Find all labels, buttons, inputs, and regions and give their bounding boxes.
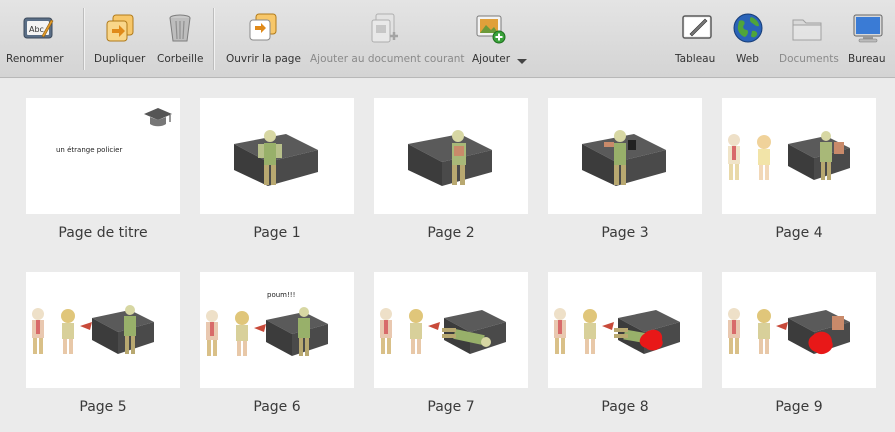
- thumbnail-image: un étrange policier: [26, 98, 180, 214]
- thumbnail-text: poum!!!: [267, 291, 296, 299]
- girl-figure-icon: [583, 309, 597, 354]
- policeman-figure-icon: [206, 310, 218, 356]
- web-button[interactable]: Web: [728, 0, 768, 78]
- suitcase-icon: [92, 310, 154, 354]
- thumbnail-image: [26, 272, 180, 388]
- page-caption: Page 5: [79, 399, 127, 415]
- add-dropdown-button[interactable]: Ajouter: [468, 0, 532, 78]
- page-caption: Page 8: [601, 399, 649, 415]
- board-icon: [682, 15, 712, 39]
- globe-icon: [733, 13, 763, 43]
- open-page-label: Ouvrir la page: [226, 53, 301, 65]
- policeman-figure-icon: [728, 308, 740, 354]
- rename-button[interactable]: Abc Renommer: [0, 0, 76, 78]
- desktop-icon: [853, 14, 883, 43]
- suitcase-icon: [408, 134, 492, 186]
- policeman-figure-icon: [728, 134, 740, 180]
- add-label: Ajouter: [472, 53, 528, 65]
- add-label-text: Ajouter: [472, 53, 511, 65]
- add-to-document-icon: [371, 13, 398, 43]
- girl-figure-icon: [757, 135, 771, 180]
- girl-figure-icon: [235, 311, 249, 356]
- toolbar-separator: [213, 8, 214, 70]
- page-caption: Page 9: [775, 399, 823, 415]
- web-label: Web: [736, 53, 759, 65]
- trash-label: Corbeille: [157, 53, 204, 65]
- documents-button[interactable]: Documents: [775, 0, 839, 78]
- thumbnail-image: [548, 272, 702, 388]
- board-button[interactable]: Tableau: [672, 0, 722, 78]
- trash-button[interactable]: Corbeille: [154, 0, 206, 78]
- page-caption: Page 1: [253, 225, 301, 241]
- svg-text:Abc: Abc: [29, 25, 44, 34]
- page-caption: Page de titre: [58, 225, 148, 241]
- duplicate-button[interactable]: Dupliquer: [90, 0, 150, 78]
- folder-icon: [792, 19, 822, 41]
- page-thumbnail-grid: un étrange policier Page de titre Page 1…: [0, 79, 895, 432]
- policeman-figure-icon: [32, 308, 44, 354]
- girl-figure-icon: [409, 309, 423, 354]
- add-to-current-document-button[interactable]: Ajouter au document courant: [306, 0, 465, 78]
- thumbnail-image: [200, 98, 354, 214]
- open-page-icon: [249, 13, 277, 41]
- page-caption: Page 7: [427, 399, 475, 415]
- thumbnail-image: [548, 98, 702, 214]
- toolbar-separator: [83, 8, 84, 70]
- page-caption: Page 4: [775, 225, 823, 241]
- duplicate-label: Dupliquer: [94, 53, 146, 65]
- policeman-figure-icon: [380, 308, 392, 354]
- page-caption: Page 6: [253, 399, 301, 415]
- girl-figure-icon: [61, 309, 75, 354]
- gun-icon: [602, 322, 614, 330]
- add-to-current-document-label: Ajouter au document courant: [310, 53, 465, 65]
- suitcase-label-icon: [832, 316, 844, 330]
- board-label: Tableau: [675, 53, 716, 65]
- rename-icon: Abc: [23, 17, 54, 39]
- desktop-button[interactable]: Bureau: [844, 0, 892, 78]
- suitcase-icon: [266, 312, 328, 356]
- duplicate-icon: [106, 14, 134, 42]
- dropdown-arrow-icon: [517, 59, 528, 64]
- gun-icon: [254, 324, 266, 332]
- trash-icon: [169, 14, 191, 42]
- desktop-label: Bureau: [848, 53, 886, 65]
- open-page-button[interactable]: Ouvrir la page: [222, 0, 302, 78]
- gun-icon: [428, 322, 440, 330]
- policeman-figure-icon: [554, 308, 566, 354]
- add-image-icon: [476, 15, 506, 44]
- graduation-cap-icon: [144, 108, 172, 127]
- thumbnail-image: poum!!!: [200, 272, 354, 388]
- page-caption: Page 3: [601, 225, 649, 241]
- gun-icon: [80, 322, 92, 330]
- thumbnail-image: [722, 272, 876, 388]
- toolbar: Abc Renommer Dupliquer Corbeille Ouvrir …: [0, 0, 895, 78]
- rename-label: Renommer: [6, 53, 64, 65]
- page-caption: Page 2: [427, 225, 475, 241]
- documents-label: Documents: [779, 53, 839, 65]
- girl-figure-icon: [757, 309, 771, 354]
- thumbnail-image: [374, 98, 528, 214]
- thumbnail-image: [374, 272, 528, 388]
- thumbnail-image: [722, 98, 876, 214]
- gun-icon: [776, 322, 788, 330]
- title-page-text: un étrange policier: [56, 146, 123, 154]
